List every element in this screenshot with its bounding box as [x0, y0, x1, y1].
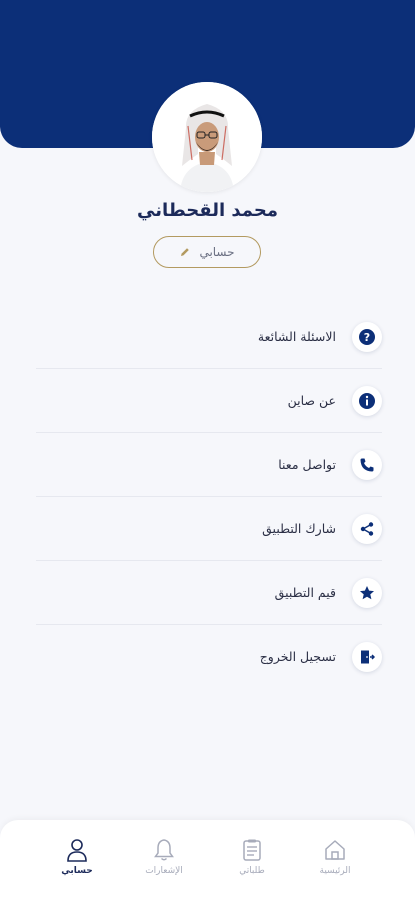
home-icon: [325, 840, 345, 860]
menu-item-label: عن صاين: [287, 393, 336, 408]
menu-item-rate[interactable]: قيم التطبيق: [36, 561, 382, 624]
tab-my-account[interactable]: حسابي: [42, 838, 112, 876]
menu-item-label: تواصل معنا: [278, 457, 336, 472]
orders-icon: [243, 839, 261, 861]
menu-item-label: تسجيل الخروج: [259, 649, 336, 664]
menu-item-share[interactable]: شارك التطبيق: [36, 497, 382, 560]
tab-notifications[interactable]: الإشعارات: [129, 838, 199, 876]
bell-icon: [154, 839, 174, 861]
account-button-label: حسابي: [199, 245, 235, 259]
settings-menu: ? الاسئلة الشائعة عن صاين تواصل معنا شار…: [36, 305, 382, 688]
star-icon: [352, 577, 382, 608]
menu-item-faq[interactable]: ? الاسئلة الشائعة: [36, 305, 382, 368]
menu-item-label: الاسئلة الشائعة: [257, 329, 336, 344]
info-icon: [352, 385, 382, 416]
question-icon: ?: [352, 321, 382, 352]
user-photo: [152, 82, 262, 192]
menu-item-label: قيم التطبيق: [274, 585, 336, 600]
tab-label: الإشعارات: [145, 866, 183, 876]
logout-icon: [352, 641, 382, 672]
tab-label: الرئيسية: [319, 866, 351, 876]
pencil-icon: [181, 248, 190, 256]
person-icon: [67, 839, 87, 862]
menu-item-contact[interactable]: تواصل معنا: [36, 433, 382, 496]
tab-my-orders[interactable]: طلباتي: [217, 838, 287, 876]
my-account-button[interactable]: حسابي: [153, 236, 261, 268]
tab-label: طلباتي: [239, 866, 265, 876]
tab-home[interactable]: الرئيسية: [300, 838, 370, 876]
avatar: [152, 82, 262, 192]
menu-item-label: شارك التطبيق: [262, 521, 336, 536]
bottom-tab-bar: حسابي الإشعارات طلباتي الرئيسية: [0, 820, 415, 900]
svg-text:?: ?: [364, 331, 370, 344]
tab-label: حسابي: [61, 866, 93, 876]
menu-item-about[interactable]: عن صاين: [36, 369, 382, 432]
profile-name: محمد القحطاني: [137, 200, 278, 221]
share-icon: [352, 513, 382, 544]
menu-item-logout[interactable]: تسجيل الخروج: [36, 625, 382, 688]
phone-icon: [352, 449, 382, 480]
